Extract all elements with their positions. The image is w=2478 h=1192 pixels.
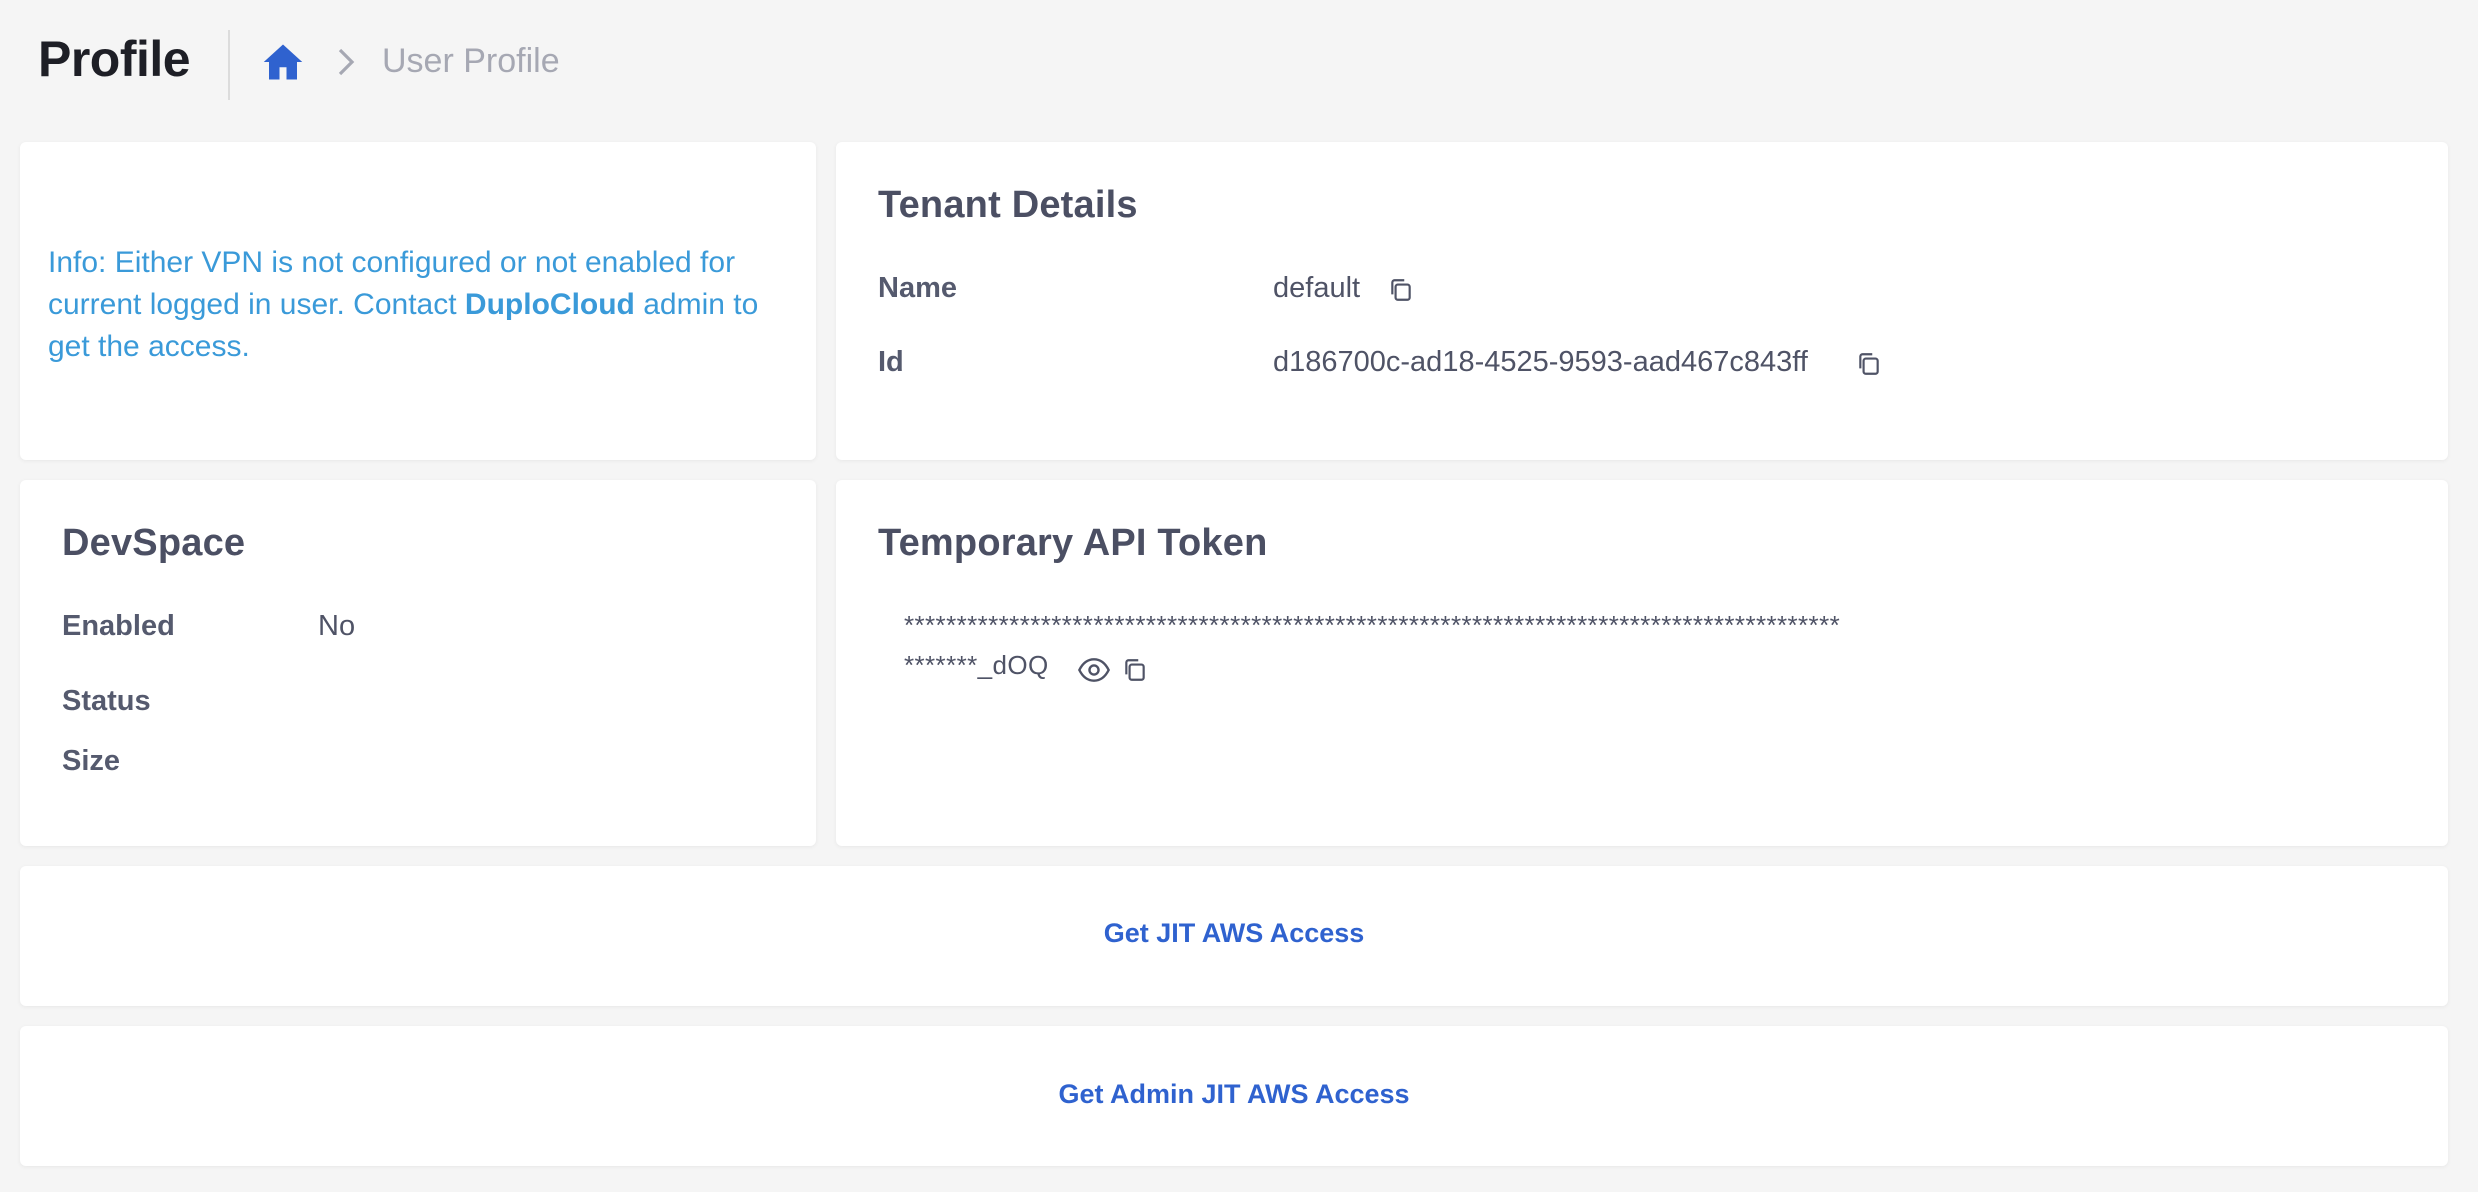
api-token-masked-line1: ****************************************… [904, 610, 1841, 640]
copy-icon[interactable] [1856, 350, 1882, 378]
vpn-info-message: Info: Either VPN is not configured or no… [48, 242, 808, 368]
copy-icon[interactable] [1388, 276, 1414, 304]
tenant-name-label: Name [878, 272, 957, 304]
get-admin-jit-aws-access-button[interactable]: Get Admin JIT AWS Access [20, 1079, 2448, 1110]
api-token-masked-line2: *******_dOQ [904, 650, 1049, 680]
tenant-details-card: Tenant Details Name default Id d186700c-… [836, 142, 2448, 460]
tenant-id-value: d186700c-ad18-4525-9593-aad467c843ff [1273, 346, 1808, 378]
devspace-status-label: Status [62, 685, 151, 717]
admin-jit-access-card: Get Admin JIT AWS Access [20, 1026, 2448, 1166]
page-title: Profile [38, 31, 191, 87]
api-token-title: Temporary API Token [878, 522, 1268, 564]
breadcrumb-current: User Profile [382, 42, 560, 80]
get-jit-aws-access-button[interactable]: Get JIT AWS Access [20, 918, 2448, 949]
jit-access-card: Get JIT AWS Access [20, 866, 2448, 1006]
tenant-id-label: Id [878, 346, 904, 378]
devspace-card: DevSpace Enabled No Status Size [20, 480, 816, 846]
page-header: Profile User Profile [0, 0, 2478, 125]
eye-icon[interactable] [1078, 658, 1110, 682]
tenant-name-value: default [1273, 272, 1361, 304]
copy-icon[interactable] [1122, 656, 1148, 684]
vpn-info-brand: DuploCloud [464, 288, 635, 321]
header-divider [228, 30, 230, 100]
tenant-details-title: Tenant Details [878, 184, 1138, 226]
devspace-title: DevSpace [62, 522, 246, 564]
devspace-enabled-value: No [318, 610, 356, 642]
chevron-right-icon [338, 48, 355, 76]
home-icon[interactable] [262, 42, 304, 82]
devspace-enabled-label: Enabled [62, 610, 175, 642]
devspace-size-label: Size [62, 745, 121, 777]
vpn-info-card: Info: Either VPN is not configured or no… [20, 142, 816, 460]
api-token-card: Temporary API Token ********************… [836, 480, 2448, 846]
